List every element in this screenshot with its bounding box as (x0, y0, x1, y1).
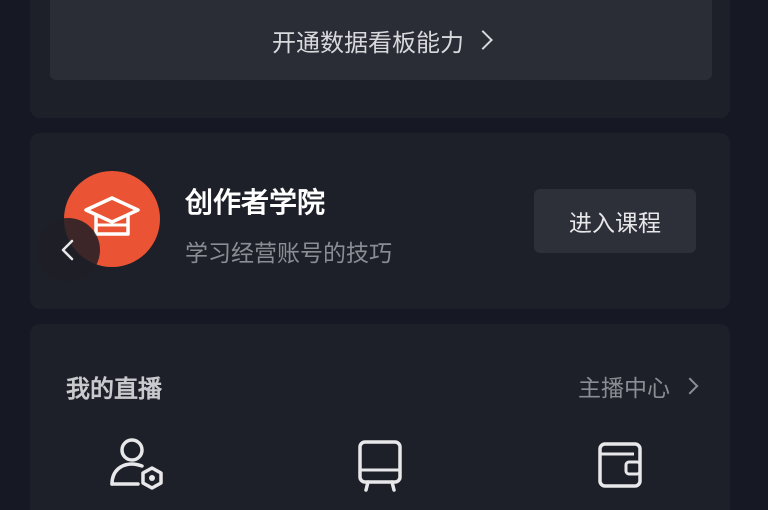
open-data-dashboard-label: 开通数据看板能力 (272, 28, 464, 57)
user-settings-icon[interactable] (108, 434, 168, 494)
anchor-center-link[interactable]: 主播中心 (578, 369, 699, 403)
luggage-icon[interactable] (350, 434, 410, 494)
wallet-icon[interactable] (590, 434, 650, 494)
academy-subtitle: 学习经营账号的技巧 (185, 241, 392, 267)
enter-course-button[interactable]: 进入课程 (534, 189, 696, 253)
chevron-right-icon (473, 30, 493, 50)
creator-academy-card[interactable]: 创作者学院 学习经营账号的技巧 进入课程 (30, 133, 730, 309)
open-data-dashboard-button[interactable]: 开通数据看板能力 (50, 0, 712, 80)
data-dashboard-card: 开通数据看板能力 (30, 0, 730, 118)
academy-title: 创作者学院 (185, 186, 326, 219)
chevron-left-icon (61, 239, 74, 261)
chevron-right-icon (681, 377, 699, 395)
page: 开通数据看板能力 创作者学院 学习经营账号的技巧 进入课程 我的直播 主播中心 (0, 0, 768, 510)
my-live-title: 我的直播 (66, 375, 162, 403)
back-button[interactable] (36, 218, 100, 282)
my-live-card: 我的直播 主播中心 (30, 324, 730, 510)
anchor-center-label: 主播中心 (578, 376, 670, 402)
